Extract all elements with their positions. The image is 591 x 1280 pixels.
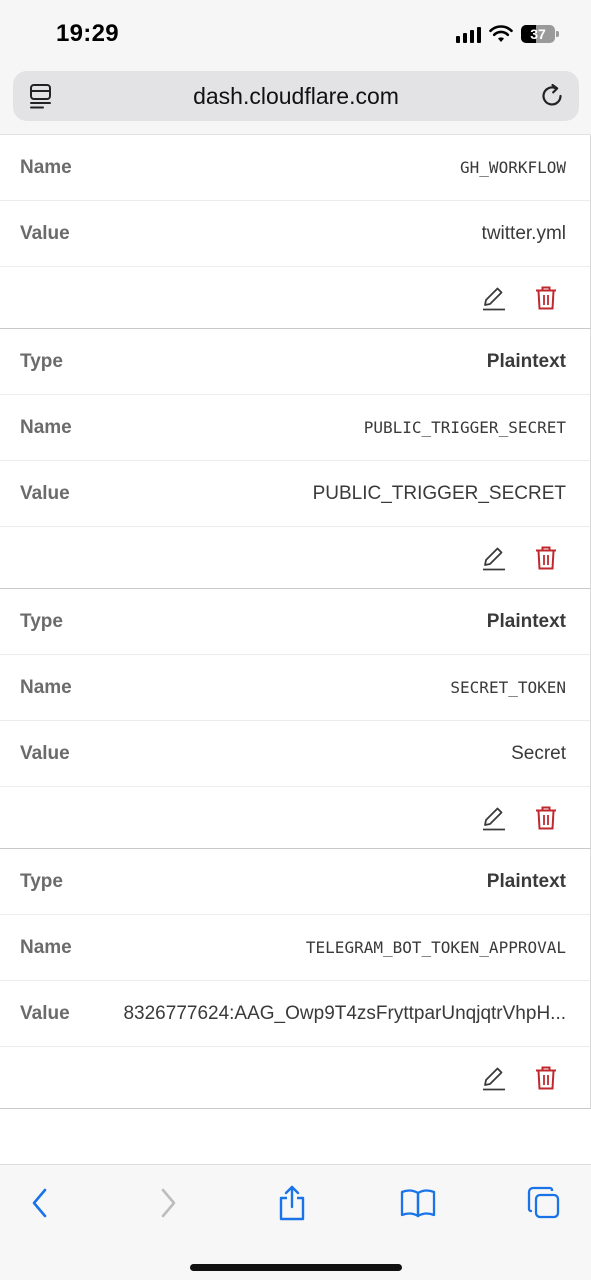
variable-name: GH_WORKFLOW	[460, 158, 566, 177]
browser-header: dash.cloudflare.com	[0, 66, 591, 134]
variable-card: Name GH_WORKFLOW Value twitter.yml	[0, 135, 591, 329]
variable-value: twitter.yml	[481, 222, 566, 244]
share-button[interactable]	[272, 1185, 312, 1221]
tabs-icon	[527, 1186, 560, 1219]
edit-button[interactable]	[482, 285, 506, 311]
name-label: Name	[20, 936, 72, 958]
back-button[interactable]	[20, 1185, 60, 1221]
variable-type: Plaintext	[486, 870, 566, 892]
variable-value: PUBLIC_TRIGGER_SECRET	[312, 482, 566, 504]
type-label: Type	[20, 610, 63, 632]
value-row: Value 8326777624:AAG_Owp9T4zsFryttparUnq…	[0, 981, 590, 1047]
battery-level: 37	[530, 26, 546, 42]
share-icon	[279, 1185, 305, 1221]
status-time: 19:29	[56, 20, 119, 47]
trash-icon	[536, 546, 556, 569]
name-row: Name PUBLIC_TRIGGER_SECRET	[0, 395, 590, 461]
name-label: Name	[20, 416, 72, 438]
variable-value: 8326777624:AAG_Owp9T4zsFryttparUnqjqtrVh…	[123, 1002, 566, 1024]
name-row: Name TELEGRAM_BOT_TOKEN_APPROVAL	[0, 915, 590, 981]
status-bar: 19:29 37	[0, 0, 591, 66]
value-row: Value PUBLIC_TRIGGER_SECRET	[0, 461, 590, 527]
tabs-button[interactable]	[524, 1185, 564, 1221]
trash-icon	[536, 286, 556, 309]
book-icon	[400, 1189, 436, 1218]
value-label: Value	[20, 1002, 70, 1024]
home-indicator[interactable]	[190, 1264, 402, 1271]
edit-button[interactable]	[482, 1065, 506, 1091]
variable-value: Secret	[511, 742, 566, 764]
name-row: Name GH_WORKFLOW	[0, 135, 590, 201]
cellular-signal-icon	[456, 25, 481, 43]
variable-card: Type Plaintext Name PUBLIC_TRIGGER_SECRE…	[0, 329, 591, 589]
action-row	[0, 1047, 590, 1108]
type-row: Type Plaintext	[0, 329, 590, 395]
variable-type: Plaintext	[486, 350, 566, 372]
trash-icon	[536, 806, 556, 829]
name-label: Name	[20, 676, 72, 698]
type-label: Type	[20, 870, 63, 892]
name-row: Name SECRET_TOKEN	[0, 655, 590, 721]
delete-button[interactable]	[534, 805, 558, 831]
type-label: Type	[20, 350, 63, 372]
variable-type: Plaintext	[486, 610, 566, 632]
value-row: Value Secret	[0, 721, 590, 787]
wifi-icon	[489, 25, 513, 42]
type-row: Type Plaintext	[0, 849, 590, 915]
value-label: Value	[20, 742, 70, 764]
chevron-right-icon	[161, 1188, 176, 1218]
url-bar[interactable]: dash.cloudflare.com	[13, 71, 579, 121]
variables-list: Name GH_WORKFLOW Value twitter.yml Type …	[0, 134, 591, 1164]
url-text[interactable]: dash.cloudflare.com	[13, 83, 579, 110]
variable-card: Type Plaintext Name SECRET_TOKEN Value S…	[0, 589, 591, 849]
type-row: Type Plaintext	[0, 589, 590, 655]
delete-button[interactable]	[534, 1065, 558, 1091]
browser-toolbar	[0, 1164, 591, 1280]
value-label: Value	[20, 482, 70, 504]
edit-button[interactable]	[482, 805, 506, 831]
delete-button[interactable]	[534, 545, 558, 571]
variable-name: TELEGRAM_BOT_TOKEN_APPROVAL	[305, 938, 566, 957]
value-row: Value twitter.yml	[0, 201, 590, 267]
action-row	[0, 267, 590, 328]
status-icons: 37	[456, 22, 559, 46]
pencil-icon	[483, 287, 505, 310]
battery-icon: 37	[521, 25, 559, 43]
edit-button[interactable]	[482, 545, 506, 571]
pencil-icon	[483, 807, 505, 830]
action-row	[0, 527, 590, 588]
delete-button[interactable]	[534, 285, 558, 311]
action-row	[0, 787, 590, 848]
variable-card: Type Plaintext Name TELEGRAM_BOT_TOKEN_A…	[0, 849, 591, 1109]
chevron-left-icon	[32, 1188, 47, 1218]
pencil-icon	[483, 1067, 505, 1090]
trash-icon	[536, 1066, 556, 1089]
name-label: Name	[20, 156, 72, 178]
bookmarks-button[interactable]	[398, 1185, 438, 1221]
pencil-icon	[483, 547, 505, 570]
value-label: Value	[20, 222, 70, 244]
forward-button[interactable]	[148, 1185, 188, 1221]
variable-name: PUBLIC_TRIGGER_SECRET	[363, 418, 566, 437]
variable-name: SECRET_TOKEN	[450, 678, 566, 697]
reload-icon[interactable]	[539, 83, 565, 109]
